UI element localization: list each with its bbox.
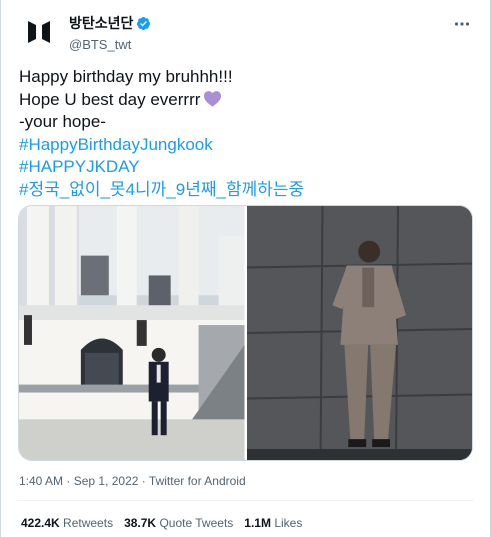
meta-separator: · xyxy=(141,474,146,488)
tweet-meta: 1:40 AM · Sep 1, 2022 · Twitter for Andr… xyxy=(19,474,246,488)
user-handle[interactable]: @BTS_twt xyxy=(69,37,151,52)
hashtag-link[interactable]: #HappyBirthdayJungkook xyxy=(19,134,479,157)
retweets-stat[interactable]: 422.4K Retweets xyxy=(21,516,113,530)
tweet-text: Happy birthday my bruhhh!!! Hope U best … xyxy=(19,66,479,201)
hashtag-link[interactable]: #정국_없이_못4니까_9년째_함께하는중 xyxy=(19,179,479,202)
photo-white-house[interactable] xyxy=(19,206,245,460)
retweets-label: Retweets xyxy=(63,516,114,530)
photo-gray-wall[interactable] xyxy=(246,206,472,460)
more-options-icon[interactable] xyxy=(452,14,472,34)
tweet-source-link[interactable]: Twitter for Android xyxy=(149,474,246,488)
tweet-stats: 422.4K Retweets 38.7K Quote Tweets 1.1M … xyxy=(21,516,302,530)
avatar[interactable] xyxy=(17,10,61,54)
purple-heart-icon xyxy=(204,90,222,107)
quote-tweets-count: 38.7K xyxy=(124,516,157,530)
tweet-time-link[interactable]: 1:40 AM xyxy=(19,474,63,488)
tweet-line: Happy birthday my bruhhh!!! xyxy=(19,67,233,86)
verified-badge-icon xyxy=(137,16,151,30)
retweets-count: 422.4K xyxy=(21,516,60,530)
media-grid xyxy=(18,205,473,461)
likes-count: 1.1M xyxy=(244,516,271,530)
meta-separator: · xyxy=(66,474,71,488)
likes-label: Likes xyxy=(274,516,303,530)
tweet-card: 방탄소년단 @BTS_twt Happy birthday my bruhhh!… xyxy=(0,0,491,537)
user-info: 방탄소년단 @BTS_twt xyxy=(69,13,151,52)
quote-tweets-stat[interactable]: 38.7K Quote Tweets xyxy=(124,516,233,530)
tweet-line: Hope U best day everrrr xyxy=(19,89,201,109)
bts-logo-icon xyxy=(28,21,50,43)
tweet-date-link[interactable]: Sep 1, 2022 xyxy=(74,474,139,488)
tweet-line: -your hope- xyxy=(19,112,106,131)
hashtag-link[interactable]: #HAPPYJKDAY xyxy=(19,156,479,179)
likes-stat[interactable]: 1.1M Likes xyxy=(244,516,302,530)
tweet-line-with-emoji: Hope U best day everrrr xyxy=(19,89,479,112)
quote-tweets-label: Quote Tweets xyxy=(159,516,234,530)
display-name[interactable]: 방탄소년단 xyxy=(69,13,133,33)
divider xyxy=(17,500,474,501)
